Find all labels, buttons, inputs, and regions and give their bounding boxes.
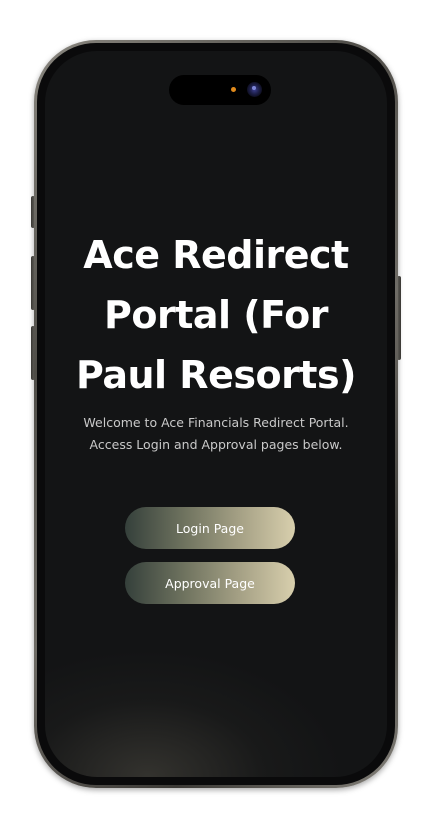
phone-frame: Ace Redirect Portal (For Paul Resorts) W… xyxy=(34,40,398,788)
approval-page-button[interactable]: Approval Page xyxy=(125,562,295,604)
front-camera-icon xyxy=(247,82,262,97)
privacy-indicator-icon xyxy=(231,87,236,92)
page-title: Ace Redirect Portal (For Paul Resorts) xyxy=(76,233,356,397)
dynamic-island xyxy=(169,75,271,105)
mockup-stage: Ace Redirect Portal (For Paul Resorts) W… xyxy=(0,0,431,837)
phone-bezel: Ace Redirect Portal (For Paul Resorts) W… xyxy=(37,43,395,785)
login-page-button[interactable]: Login Page xyxy=(125,507,295,549)
page-description: Welcome to Ace Financials Redirect Porta… xyxy=(83,415,349,452)
phone-screen: Ace Redirect Portal (For Paul Resorts) W… xyxy=(45,51,387,777)
